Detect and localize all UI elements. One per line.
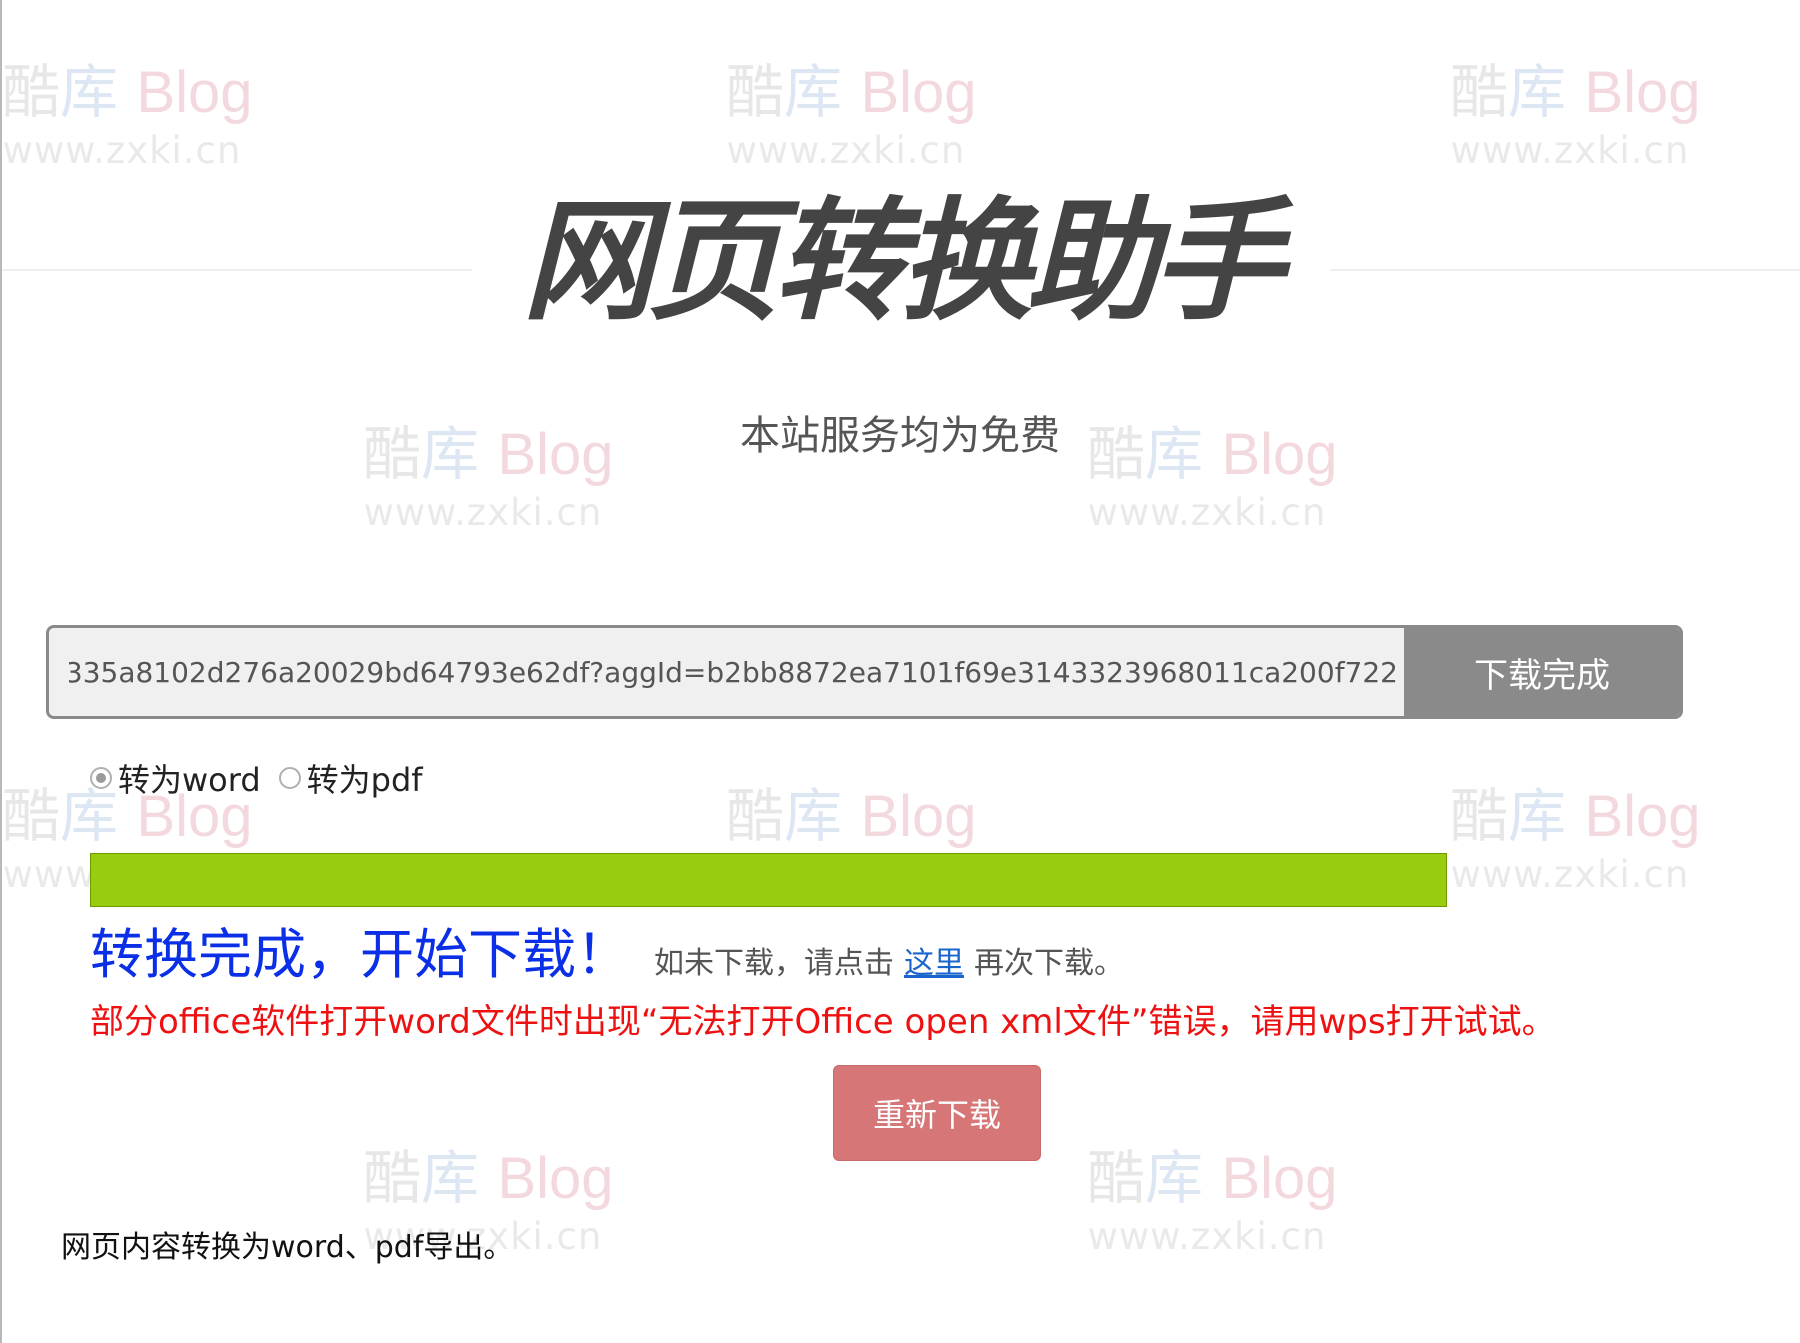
- download-button[interactable]: 下载完成: [1404, 628, 1680, 716]
- hint-before: 如未下载，请点击: [654, 946, 894, 981]
- watermark: 酷库 Blog www.zxki.cn: [2, 58, 253, 172]
- watermark: 酷库 Blog www.zxki.cn: [1450, 58, 1701, 172]
- url-input[interactable]: [49, 628, 1404, 716]
- page-title: 网页转换助手: [522, 185, 1284, 339]
- radio-selected-icon[interactable]: [90, 767, 112, 789]
- retry-download-link[interactable]: 这里: [904, 938, 964, 982]
- status-line: 转换完成，开始下载！ 如未下载，请点击 这里 再次下载。: [90, 910, 1124, 989]
- watermark: 酷库 Blog www.zxki.cn: [1450, 782, 1701, 896]
- watermark: 酷库 Blog www.zxki.cn: [726, 58, 977, 172]
- option-pdf[interactable]: 转为pdf: [278, 755, 423, 801]
- option-pdf-label: 转为pdf: [306, 761, 423, 799]
- progress-fill: [91, 854, 1446, 906]
- progress-bar: [90, 853, 1447, 907]
- redownload-button[interactable]: 重新下载: [833, 1065, 1041, 1161]
- page-subtitle: 本站服务均为免费: [740, 413, 1060, 459]
- warning-message: 部分office软件打开word文件时出现“无法打开Office open xm…: [90, 1002, 1556, 1042]
- radio-unselected-icon[interactable]: [278, 767, 301, 789]
- hint-after: 再次下载。: [974, 946, 1124, 981]
- watermark: 酷库 Blog www.zxki.cn: [1087, 1144, 1338, 1258]
- done-message: 转换完成，开始下载！: [90, 923, 630, 986]
- url-form: 下载完成: [46, 625, 1683, 719]
- option-word[interactable]: 转为word: [90, 755, 261, 801]
- option-word-label: 转为word: [118, 761, 261, 799]
- format-options: 转为word 转为pdf: [90, 755, 441, 801]
- footer-text: 网页内容转换为word、pdf导出。: [61, 1230, 514, 1265]
